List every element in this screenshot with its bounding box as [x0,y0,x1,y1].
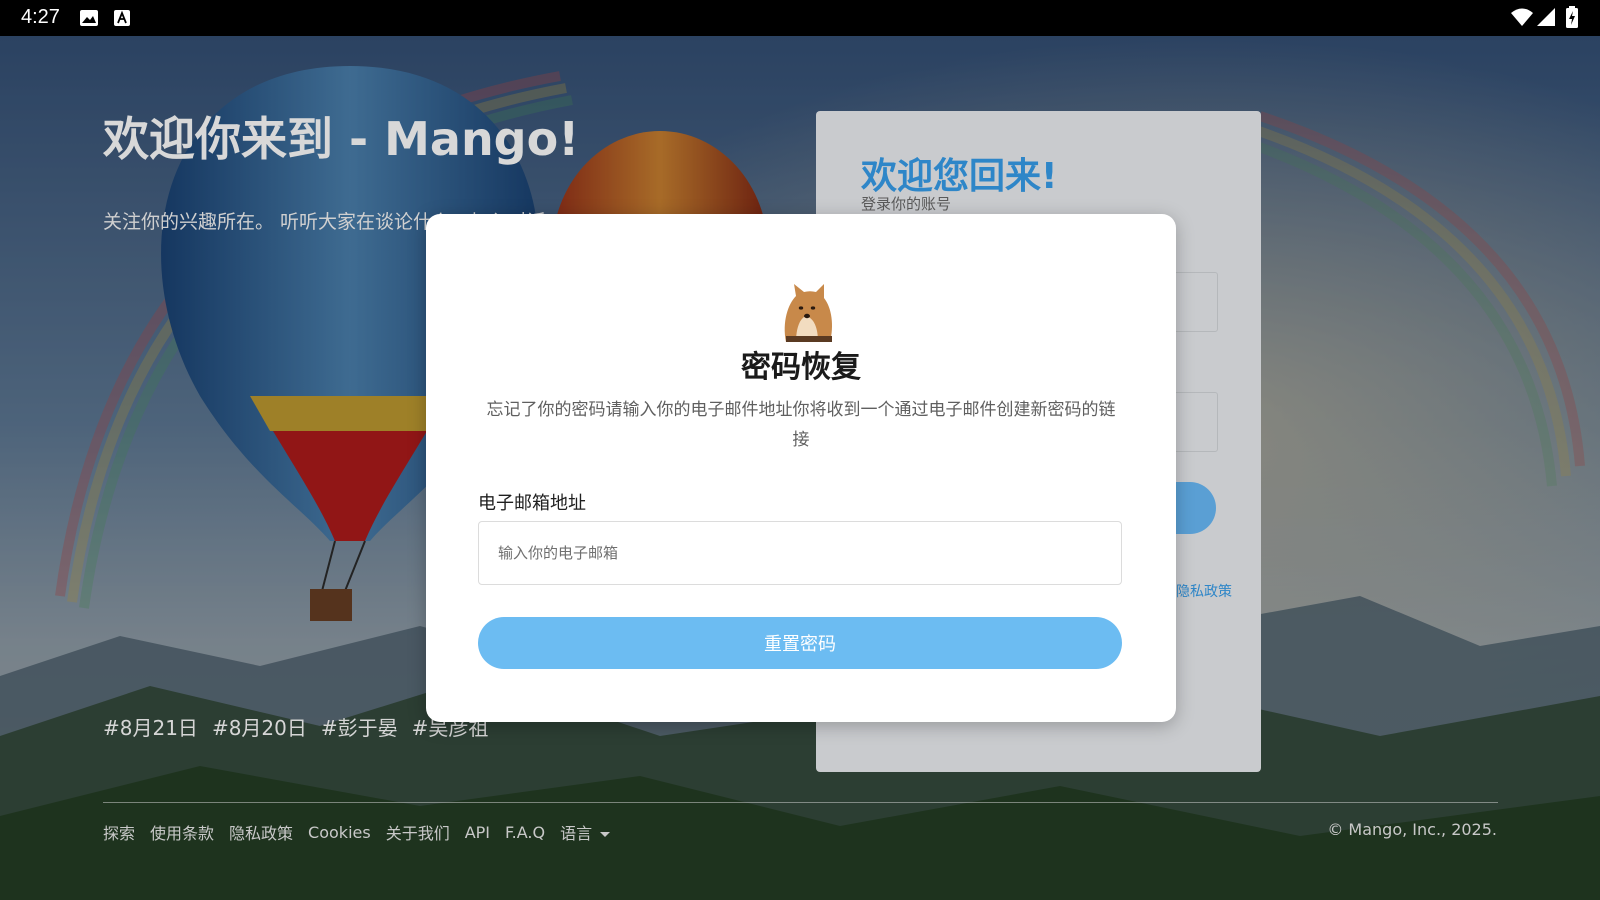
privacy-policy-link[interactable]: 隐私政策 [1176,581,1232,601]
footer-link-api[interactable]: API [465,823,490,842]
tag-link[interactable]: #8月20日 [212,712,307,741]
login-subtitle: 登录你的账号 [861,195,952,213]
language-selector[interactable]: 语言 [560,820,611,844]
signal-icon [1537,8,1555,26]
app-screen: 4:27 欢迎你来到 - Mango! 关注你的兴趣所在。 听听大家在谈论什么。… [0,0,1600,900]
battery-icon [1566,6,1578,28]
status-bar: 4:27 [0,0,1600,36]
footer-link-faq[interactable]: F.A.Q [505,823,545,842]
modal-description: 忘记了你的密码请输入你的电子邮件地址你将收到一个通过电子邮件创建新密码的链接 [486,400,1116,450]
reset-password-button[interactable]: 重置密码 [478,617,1122,669]
copyright-text: © Mango, Inc., 2025. [1327,820,1497,839]
footer-link-privacy[interactable]: 隐私政策 [229,820,293,844]
language-label: 语言 [560,824,593,843]
doge-avatar-icon [784,284,832,342]
status-time: 4:27 [21,6,60,28]
caret-down-icon [600,832,611,837]
footer-link-explore[interactable]: 探索 [103,820,135,844]
modal-title: 密码恢复 [741,350,861,385]
footer-divider [103,802,1498,803]
password-recovery-modal: 密码恢复 忘记了你的密码请输入你的电子邮件地址你将收到一个通过电子邮件创建新密码… [426,214,1176,722]
footer-link-terms[interactable]: 使用条款 [150,820,214,844]
footer-nav: 探索 使用条款 隐私政策 Cookies 关于我们 API F.A.Q 语言 [103,820,611,844]
login-title: 欢迎您回来! [861,156,1058,197]
text-a-icon [114,10,130,26]
tag-link[interactable]: #8月21日 [103,712,198,741]
hero-title: 欢迎你来到 - Mango! [103,112,580,166]
wifi-icon [1511,8,1533,26]
footer-link-cookies[interactable]: Cookies [308,823,371,842]
email-input[interactable] [478,521,1122,585]
image-icon [80,10,98,26]
footer-link-about[interactable]: 关于我们 [386,820,450,844]
email-label: 电子邮箱地址 [478,493,586,514]
tag-link[interactable]: #彭于晏 [321,712,398,741]
